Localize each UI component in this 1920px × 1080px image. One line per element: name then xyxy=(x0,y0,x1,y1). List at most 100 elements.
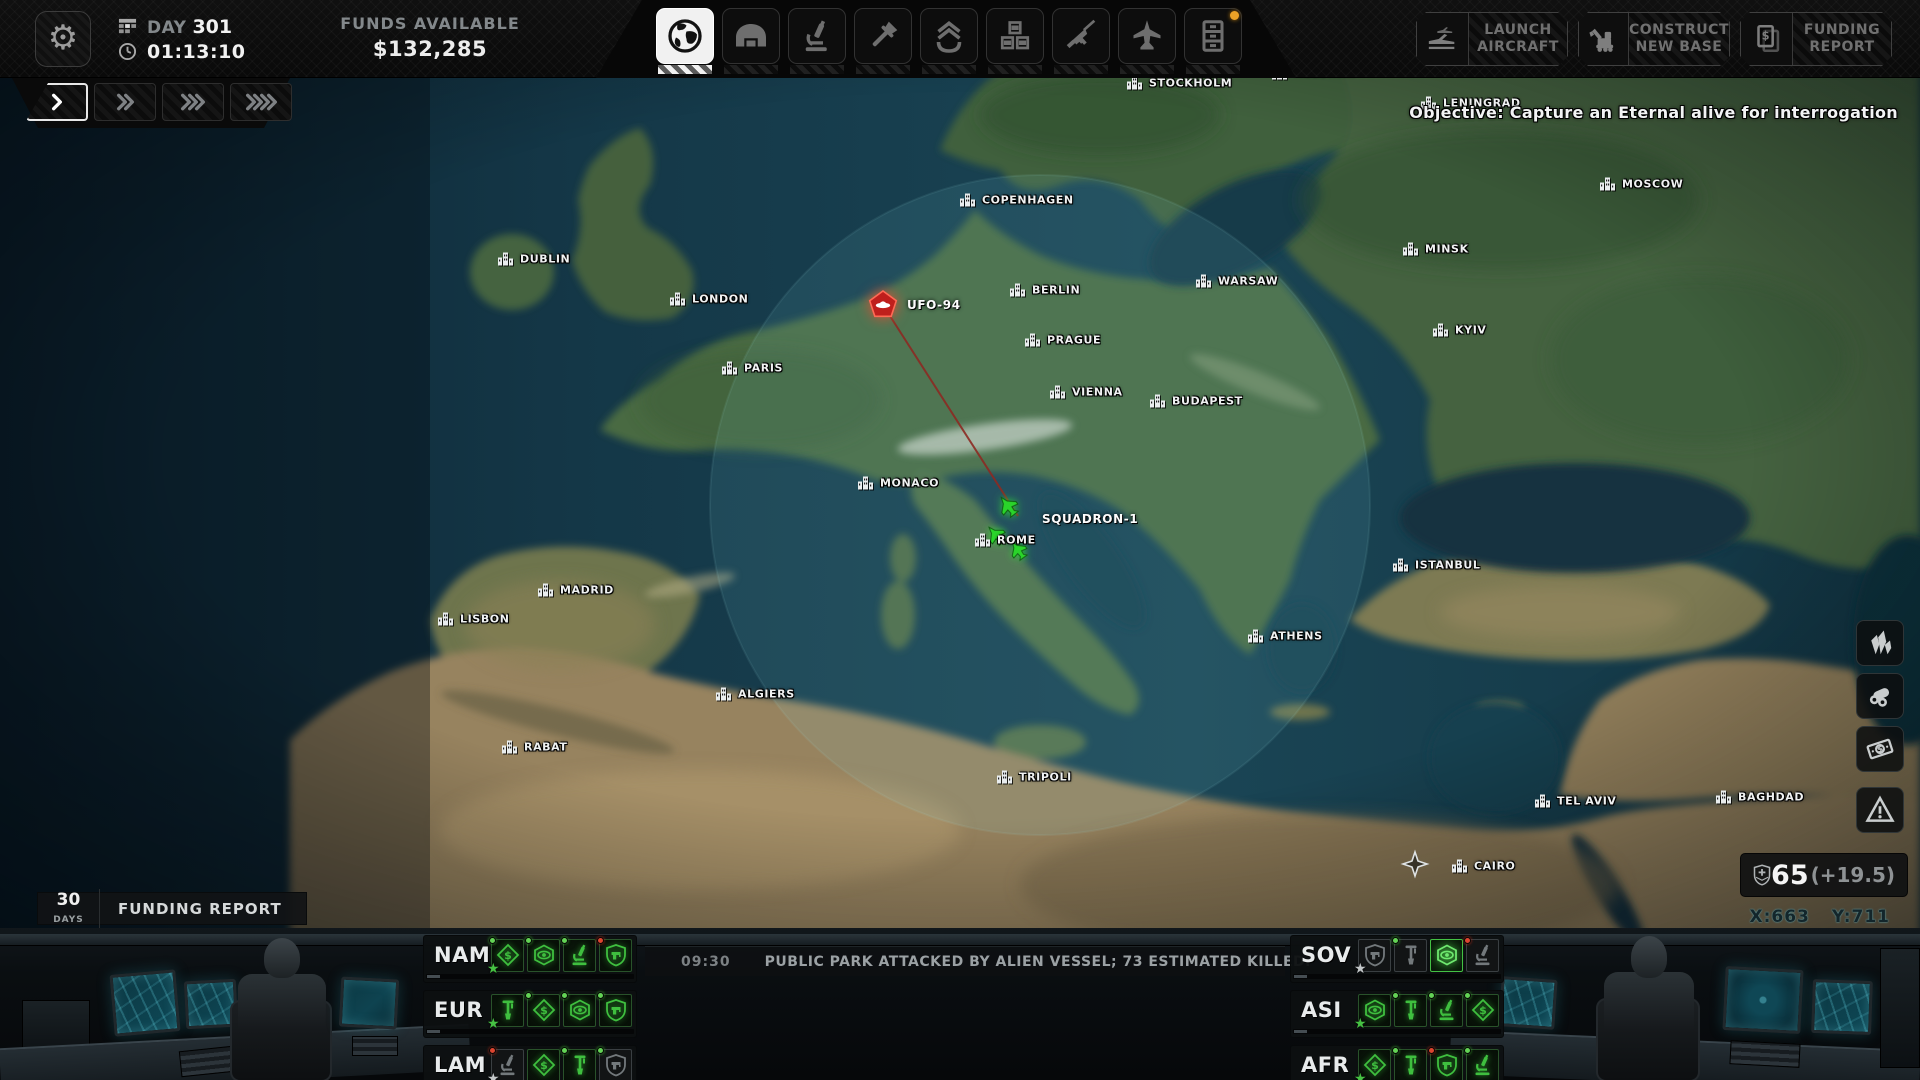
region-bonus-dollar-tile[interactable] xyxy=(1466,994,1499,1027)
region-bonus-dollar-tile[interactable] xyxy=(527,994,560,1027)
status-dot-green xyxy=(489,937,496,944)
resources-crystal-button[interactable] xyxy=(1856,620,1904,666)
funds-value: $132,285 xyxy=(300,37,560,61)
region-progress-bar xyxy=(426,974,634,979)
clock-group: DAY301 01:13:10 xyxy=(118,14,246,64)
region-row-sov[interactable]: SOV★ xyxy=(1290,935,1504,983)
region-bonus-shield-tile[interactable] xyxy=(599,939,632,972)
dollar-icon xyxy=(1471,998,1495,1022)
region-bonus-dollar-tile[interactable]: ★ xyxy=(491,939,524,972)
status-dot-green xyxy=(525,992,532,999)
time-speed-3-button[interactable] xyxy=(162,83,224,121)
time-speed-1-button[interactable] xyxy=(26,83,88,121)
region-row-lam[interactable]: LAM★ xyxy=(423,1045,637,1080)
eye-icon xyxy=(568,998,592,1022)
console-screen xyxy=(1811,979,1873,1035)
region-bonus-eye-tile[interactable]: ★ xyxy=(1358,994,1391,1027)
time-speed-4-button[interactable] xyxy=(230,83,292,121)
status-dot-green xyxy=(597,992,604,999)
status-dot-green xyxy=(561,992,568,999)
nav-geoscape-button[interactable] xyxy=(656,8,714,74)
time-speed-controls xyxy=(26,83,292,121)
nav-engineering-button[interactable] xyxy=(854,8,912,74)
day-label: DAY xyxy=(147,18,186,38)
region-bonus-microscope-tile[interactable] xyxy=(1466,1049,1499,1080)
region-row-afr[interactable]: AFR★ xyxy=(1290,1045,1504,1080)
region-row-asi[interactable]: ASI★ xyxy=(1290,990,1504,1038)
action-buttons: LAUNCHAIRCRAFTCONSTRUCTNEW BASEFUNDINGRE… xyxy=(1416,12,1892,66)
region-bonus-eye-tile[interactable] xyxy=(527,939,560,972)
region-bonus-shield-tile[interactable] xyxy=(599,1049,632,1080)
region-bonus-caliper-tile[interactable]: ★ xyxy=(491,994,524,1027)
construct-new-base-button[interactable]: CONSTRUCTNEW BASE xyxy=(1578,12,1730,66)
region-bonus-microscope-tile[interactable] xyxy=(1430,994,1463,1027)
nav-base-button[interactable] xyxy=(722,8,780,74)
nav-aircraft-button[interactable] xyxy=(1118,8,1176,74)
nav-stores-button[interactable] xyxy=(986,8,1044,74)
status-dot-red xyxy=(489,1047,496,1054)
operator-head xyxy=(264,938,300,978)
status-dot-green xyxy=(1392,1047,1399,1054)
shield-icon xyxy=(1435,1053,1459,1077)
region-bonus-caliper-tile[interactable] xyxy=(563,1049,596,1080)
cursor-coordinates: X:663 Y:711 xyxy=(1749,907,1890,927)
region-bonus-shield-tile[interactable] xyxy=(1430,1049,1463,1080)
region-row-eur[interactable]: EUR★ xyxy=(423,990,637,1038)
settings-gear-button[interactable]: ⚙ xyxy=(35,11,91,67)
coord-x: X:663 xyxy=(1749,907,1809,927)
relations-delta: (+19.5) xyxy=(1811,863,1895,887)
status-dot-green xyxy=(1464,1047,1471,1054)
clock-icon xyxy=(118,42,137,61)
region-bonus-dollar-tile[interactable]: ★ xyxy=(1358,1049,1391,1080)
nav-armory-button[interactable] xyxy=(1052,8,1110,74)
status-dot-red xyxy=(597,937,604,944)
eye-icon xyxy=(1435,943,1459,967)
nav-research-button[interactable] xyxy=(788,8,846,74)
console-screen-radar xyxy=(1722,966,1803,1034)
region-bonus-shield-tile[interactable] xyxy=(599,994,632,1027)
region-bonus-eye-tile[interactable] xyxy=(1430,939,1463,972)
squadron-label: SQUADRON-1 xyxy=(1042,512,1138,526)
status-dot-green xyxy=(1428,992,1435,999)
caliper-icon xyxy=(568,1053,592,1077)
star-badge: ★ xyxy=(487,1071,500,1080)
funds-group: FUNDS AVAILABLE $132,285 xyxy=(300,14,560,61)
nav-archive-button[interactable] xyxy=(1184,8,1242,74)
calendar-icon xyxy=(118,17,137,36)
region-bonus-microscope-tile[interactable] xyxy=(563,939,596,972)
operator-body xyxy=(238,974,326,1030)
region-bonus-caliper-tile[interactable] xyxy=(1394,1049,1427,1080)
dollar-icon xyxy=(532,1053,556,1077)
time-speed-2-button[interactable] xyxy=(94,83,156,121)
region-bonus-shield-tile[interactable]: ★ xyxy=(1358,939,1391,972)
region-bonus-dollar-tile[interactable] xyxy=(527,1049,560,1080)
region-panels-right: SOV★ ASI★ AFR★ xyxy=(1290,935,1504,1080)
nav-personnel-button[interactable] xyxy=(920,8,978,74)
chevron-icon xyxy=(123,92,135,112)
region-bonus-microscope-tile[interactable] xyxy=(1466,939,1499,972)
region-progress-bar xyxy=(1293,974,1501,979)
shield-icon xyxy=(604,998,628,1022)
region-bonus-microscope-tile[interactable]: ★ xyxy=(491,1049,524,1080)
caliper-icon xyxy=(1399,998,1423,1022)
chevron-icon xyxy=(51,92,63,112)
alloy-icon xyxy=(1865,681,1895,711)
operator-body xyxy=(1604,972,1694,1030)
shield-icon xyxy=(604,943,628,967)
ufo-label: UFO-94 xyxy=(907,298,961,312)
funding-report-countdown[interactable]: 30DAYS FUNDING REPORT xyxy=(37,892,307,925)
rank-icon xyxy=(931,18,967,54)
launch-aircraft-button[interactable]: LAUNCHAIRCRAFT xyxy=(1416,12,1568,66)
region-bonus-caliper-tile[interactable] xyxy=(1394,939,1427,972)
region-row-nam[interactable]: NAM★ xyxy=(423,935,637,983)
region-bonus-caliper-tile[interactable] xyxy=(1394,994,1427,1027)
resources-cash-button[interactable] xyxy=(1856,726,1904,772)
alerts-button[interactable] xyxy=(1856,787,1904,833)
region-code: LAM xyxy=(434,1053,491,1077)
resources-alloys-button[interactable] xyxy=(1856,673,1904,719)
status-dot-green xyxy=(561,1047,568,1054)
funding-report-button[interactable]: FUNDINGREPORT xyxy=(1740,12,1892,66)
region-bonus-eye-tile[interactable] xyxy=(563,994,596,1027)
region-code: NAM xyxy=(434,943,491,967)
time-value: 01:13:10 xyxy=(147,41,246,63)
